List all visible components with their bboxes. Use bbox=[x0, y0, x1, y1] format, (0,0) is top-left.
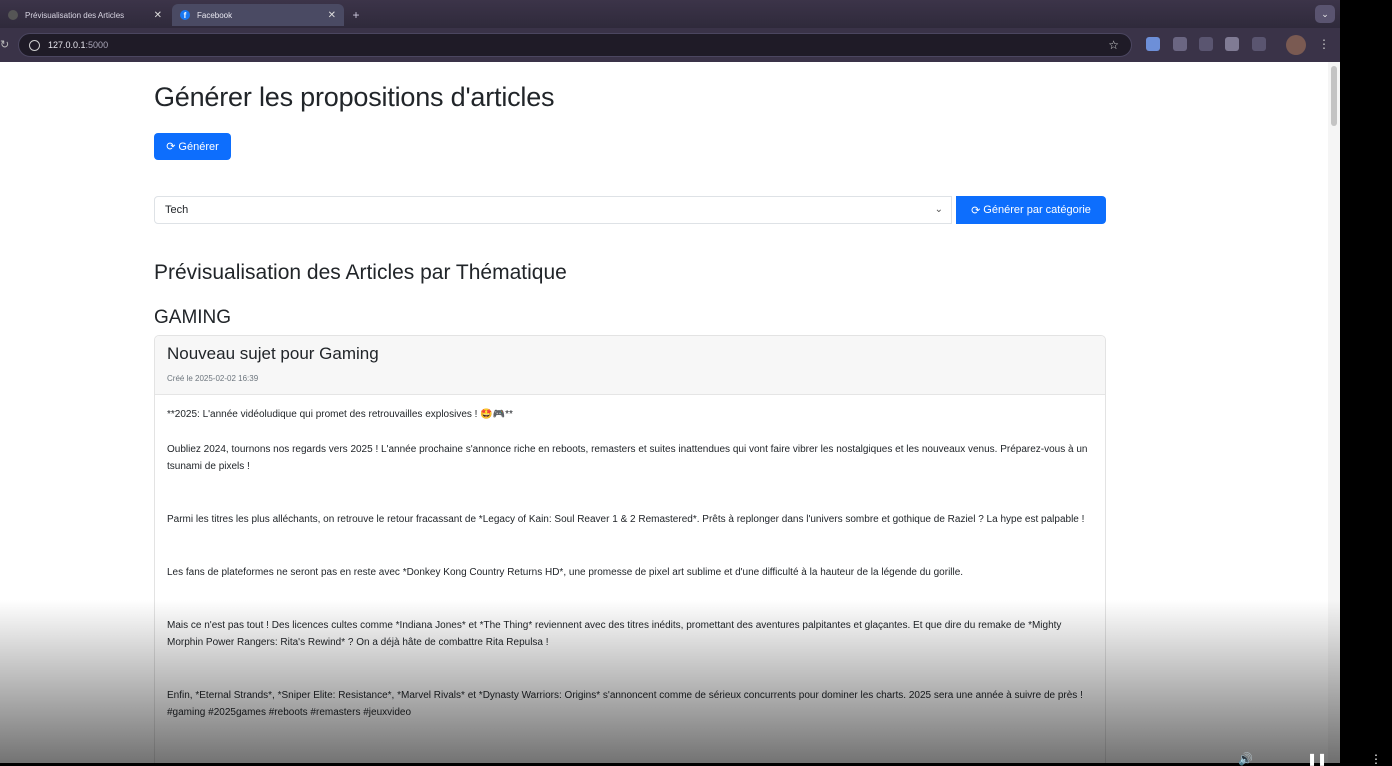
category-heading: GAMING bbox=[154, 307, 232, 328]
preview-heading: Prévisualisation des Articles par Thémat… bbox=[154, 261, 567, 284]
card-body: **2025: L'année vidéoludique qui promet … bbox=[155, 395, 1105, 750]
facebook-icon: f bbox=[180, 10, 190, 20]
translate-extension-icon[interactable] bbox=[1146, 37, 1160, 51]
article-card: Nouveau sujet pour Gaming Créé le 2025-0… bbox=[154, 335, 1106, 763]
card-date: Créé le 2025-02-02 16:39 bbox=[167, 374, 259, 383]
site-info-icon[interactable] bbox=[29, 39, 40, 51]
video-pause-icon[interactable]: ❚❚ bbox=[1307, 752, 1327, 766]
generate-by-category-button[interactable]: ⟳ Générer par catégorie bbox=[956, 196, 1106, 224]
video-volume-icon[interactable]: 🔊 bbox=[1238, 752, 1253, 766]
card-title: Nouveau sujet pour Gaming bbox=[167, 344, 379, 363]
generate-by-category-label: Générer par catégorie bbox=[983, 204, 1091, 216]
tab-preview[interactable]: Prévisualisation des Articles ✕ bbox=[0, 4, 170, 26]
url-port: :5000 bbox=[85, 40, 109, 50]
bookmark-star-icon[interactable]: ☆ bbox=[1108, 38, 1119, 52]
generate-button[interactable]: ⟳ Générer bbox=[154, 133, 231, 160]
close-icon[interactable]: ✕ bbox=[328, 10, 336, 21]
browser-menu-icon[interactable]: ⋮ bbox=[1318, 37, 1330, 51]
puzzle-extensions-icon[interactable] bbox=[1252, 37, 1266, 51]
letterbox-right bbox=[1340, 0, 1392, 763]
tab-title: Prévisualisation des Articles bbox=[25, 10, 125, 20]
refresh-icon: ⟳ bbox=[971, 204, 981, 217]
profile-avatar[interactable] bbox=[1286, 35, 1306, 55]
url-host: 127.0.0.1 bbox=[48, 40, 86, 50]
tab-facebook[interactable]: f Facebook ✕ bbox=[172, 4, 344, 26]
video-menu-icon[interactable]: ⋮ bbox=[1370, 752, 1382, 766]
reload-icon[interactable]: ↻ bbox=[0, 38, 9, 51]
category-select-value: Tech bbox=[165, 204, 189, 216]
close-icon[interactable]: ✕ bbox=[154, 10, 162, 21]
article-paragraph: Mais ce n'est pas tout ! Des licences cu… bbox=[167, 620, 1062, 648]
article-paragraph: Oubliez 2024, tournons nos regards vers … bbox=[167, 444, 1088, 472]
refresh-icon: ⟳ bbox=[166, 141, 176, 153]
new-tab-button[interactable]: + bbox=[347, 6, 365, 24]
article-paragraph: Enfin, *Eternal Strands*, *Sniper Elite:… bbox=[167, 690, 1083, 718]
globe-icon bbox=[8, 10, 18, 20]
tab-title: Facebook bbox=[197, 10, 233, 20]
page-title: Générer les propositions d'articles bbox=[154, 82, 555, 112]
page-viewport: Générer les propositions d'articles ⟳ Gé… bbox=[0, 62, 1340, 763]
tab-search-button[interactable]: ⌄ bbox=[1315, 5, 1335, 23]
extension-icon[interactable] bbox=[1173, 37, 1187, 51]
article-paragraph: **2025: L'année vidéoludique qui promet … bbox=[167, 409, 513, 420]
browser-toolbar: ↻ 127.0.0.1:5000 ☆ ⋮ bbox=[0, 28, 1340, 62]
category-form: Tech ⌄ ⟳ Générer par catégorie bbox=[154, 196, 1106, 224]
chevron-down-icon: ⌄ bbox=[934, 204, 943, 215]
category-select[interactable]: Tech ⌄ bbox=[154, 196, 952, 224]
article-paragraph: Les fans de plateformes ne seront pas en… bbox=[167, 567, 964, 578]
article-paragraph: Parmi les titres les plus alléchants, on… bbox=[167, 514, 1085, 525]
address-bar[interactable]: 127.0.0.1:5000 ☆ bbox=[18, 33, 1132, 57]
browser-tab-bar: Prévisualisation des Articles ✕ f Facebo… bbox=[0, 0, 1340, 28]
url-text: 127.0.0.1:5000 bbox=[48, 40, 108, 50]
extension-icon[interactable] bbox=[1199, 37, 1213, 51]
card-header: Nouveau sujet pour Gaming Créé le 2025-0… bbox=[155, 336, 1105, 395]
extension-icon[interactable] bbox=[1225, 37, 1239, 51]
page-scrollbar[interactable] bbox=[1328, 62, 1340, 763]
scrollbar-thumb[interactable] bbox=[1331, 66, 1337, 126]
generate-button-label: Générer bbox=[178, 140, 219, 153]
